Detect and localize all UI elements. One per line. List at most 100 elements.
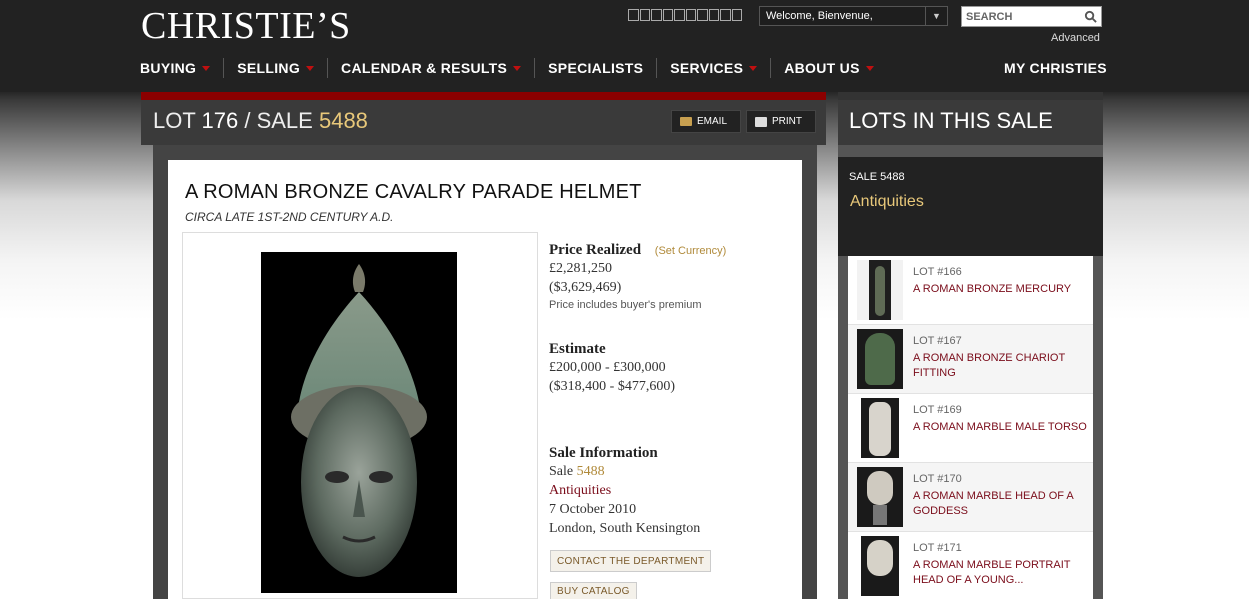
lot-label: LOT	[153, 108, 196, 133]
site-header: CHRISTIE’S Welcome, Bienvenue, ▼ Advance…	[0, 0, 1249, 92]
email-button[interactable]: EMAIL	[671, 110, 741, 133]
email-label: EMAIL	[697, 116, 728, 127]
helmet-photo[interactable]	[261, 252, 457, 593]
lot-thumbnail[interactable]	[861, 398, 899, 458]
price-realized-section: Price Realized (Set Currency) £2,281,250…	[549, 242, 726, 311]
sidebar-header: LOTS IN THIS SALE	[838, 100, 1103, 145]
lot-thumbnail[interactable]	[857, 329, 903, 389]
price-usd: ($3,629,469)	[549, 280, 622, 295]
printer-icon	[755, 116, 767, 127]
language-glyph[interactable]	[731, 9, 742, 21]
sidebar-title: LOTS IN THIS SALE	[849, 108, 1053, 133]
lot-number: LOT #170	[913, 473, 962, 485]
chevron-down-icon[interactable]: ▼	[925, 7, 947, 25]
language-glyph[interactable]	[720, 9, 731, 21]
lot-image-frame	[182, 232, 538, 599]
dropdown-arrow-icon	[865, 65, 874, 71]
nav-label: SERVICES	[670, 60, 744, 76]
search-input[interactable]	[962, 7, 1082, 26]
nav-label: ABOUT US	[784, 60, 860, 76]
contact-department-button[interactable]: CONTACT THE DEPARTMENT	[550, 550, 712, 572]
language-glyph[interactable]	[662, 9, 673, 21]
premium-note: Price includes buyer's premium	[549, 299, 702, 311]
language-glyph[interactable]	[708, 9, 719, 21]
nav-label: CALENDAR & RESULTS	[341, 60, 508, 76]
lot-name-link[interactable]: A ROMAN MARBLE PORTRAIT HEAD OF A YOUNG.…	[913, 558, 1093, 588]
lot-name-link[interactable]: A ROMAN MARBLE MALE TORSO	[913, 420, 1087, 435]
language-selector[interactable]	[628, 9, 742, 21]
list-item[interactable]: LOT #169 A ROMAN MARBLE MALE TORSO	[848, 394, 1093, 463]
lot-thumbnail[interactable]	[857, 260, 903, 320]
nav-buying[interactable]: BUYING	[140, 58, 223, 78]
welcome-text: Welcome, Bienvenue,	[766, 10, 873, 22]
sidebar-sale-box: SALE 5488 Antiquities	[838, 157, 1103, 256]
nav-services[interactable]: SERVICES	[656, 58, 770, 78]
nav-label: SPECIALISTS	[548, 60, 644, 76]
envelope-icon	[680, 117, 692, 126]
dropdown-arrow-icon	[513, 65, 522, 71]
sale-number[interactable]: 5488	[319, 108, 368, 133]
lot-thumbnail[interactable]	[861, 536, 899, 596]
buy-catalog-button[interactable]: BUY CATALOG	[550, 582, 637, 599]
sidebar-sale-number: SALE 5488	[849, 171, 905, 183]
lot-number: LOT #169	[913, 404, 962, 416]
lot-header: LOT 176 / SALE 5488 EMAIL PRINT	[141, 100, 826, 145]
dropdown-arrow-icon	[749, 65, 758, 71]
object-title: A ROMAN BRONZE CAVALRY PARADE HELMET	[185, 181, 642, 203]
language-glyph[interactable]	[674, 9, 685, 21]
sale-prefix: Sale	[549, 464, 574, 479]
lot-number: LOT #166	[913, 266, 962, 278]
list-item[interactable]: LOT #171 A ROMAN MARBLE PORTRAIT HEAD OF…	[848, 532, 1093, 599]
my-christies-link[interactable]: MY CHRISTIES	[1004, 60, 1107, 76]
lot-number: LOT #171	[913, 542, 962, 554]
language-glyph[interactable]	[685, 9, 696, 21]
list-item[interactable]: LOT #167 A ROMAN BRONZE CHARIOT FITTING	[848, 325, 1093, 394]
sale-date: 7 October 2010	[549, 502, 637, 517]
welcome-dropdown[interactable]: Welcome, Bienvenue, ▼	[759, 6, 948, 26]
lot-number: LOT #167	[913, 335, 962, 347]
advanced-search-link[interactable]: Advanced	[1051, 32, 1100, 44]
set-currency-link[interactable]: (Set Currency)	[655, 245, 727, 257]
language-glyph[interactable]	[651, 9, 662, 21]
sale-location: London, South Kensington	[549, 521, 701, 536]
nav-specialists[interactable]: SPECIALISTS	[534, 58, 656, 78]
christies-logo[interactable]: CHRISTIE’S	[141, 4, 351, 48]
price-gbp: £2,281,250	[549, 261, 612, 276]
sale-number-link[interactable]: 5488	[577, 464, 605, 479]
lots-list: LOT #166 A ROMAN BRONZE MERCURY LOT #167…	[848, 256, 1093, 599]
list-item[interactable]: LOT #166 A ROMAN BRONZE MERCURY	[848, 256, 1093, 325]
sale-name-link[interactable]: Antiquities	[549, 481, 700, 500]
print-button[interactable]: PRINT	[746, 110, 816, 133]
lot-name-link[interactable]: A ROMAN BRONZE MERCURY	[913, 282, 1071, 297]
search-box	[961, 6, 1102, 27]
sidebar-top-bar	[838, 92, 1103, 100]
print-label: PRINT	[772, 116, 802, 127]
sale-information-heading: Sale Information	[549, 445, 658, 461]
lot-number: 176	[201, 108, 239, 133]
lot-accent-bar	[141, 92, 826, 100]
helmet-image	[291, 264, 427, 577]
object-date: CIRCA LATE 1ST-2ND CENTURY A.D.	[185, 210, 394, 224]
estimate-gbp: £200,000 - £300,000	[549, 360, 666, 375]
lot-thumbnail[interactable]	[857, 467, 903, 527]
lot-name-link[interactable]: A ROMAN MARBLE HEAD OF A GODDESS	[913, 489, 1093, 519]
lot-title: LOT 176 / SALE 5488	[153, 108, 368, 134]
search-icon[interactable]	[1084, 10, 1097, 23]
sidebar-sale-name[interactable]: Antiquities	[850, 193, 924, 211]
list-item[interactable]: LOT #170 A ROMAN MARBLE HEAD OF A GODDES…	[848, 463, 1093, 532]
estimate-section: Estimate £200,000 - £300,000 ($318,400 -…	[549, 341, 675, 396]
nav-calendar-results[interactable]: CALENDAR & RESULTS	[327, 58, 534, 78]
main-nav: BUYING SELLING CALENDAR & RESULTS SPECIA…	[140, 58, 887, 78]
nav-about-us[interactable]: ABOUT US	[770, 58, 887, 78]
price-realized-heading: Price Realized	[549, 242, 642, 258]
dropdown-arrow-icon	[202, 65, 211, 71]
nav-selling[interactable]: SELLING	[223, 58, 327, 78]
estimate-usd: ($318,400 - $477,600)	[549, 379, 675, 394]
language-glyph[interactable]	[628, 9, 639, 21]
estimate-heading: Estimate	[549, 341, 606, 357]
lot-name-link[interactable]: A ROMAN BRONZE CHARIOT FITTING	[913, 351, 1093, 381]
sale-label: / SALE	[244, 108, 313, 133]
language-glyph[interactable]	[697, 9, 708, 21]
language-glyph[interactable]	[639, 9, 650, 21]
sidebar-spacer	[838, 145, 1103, 157]
